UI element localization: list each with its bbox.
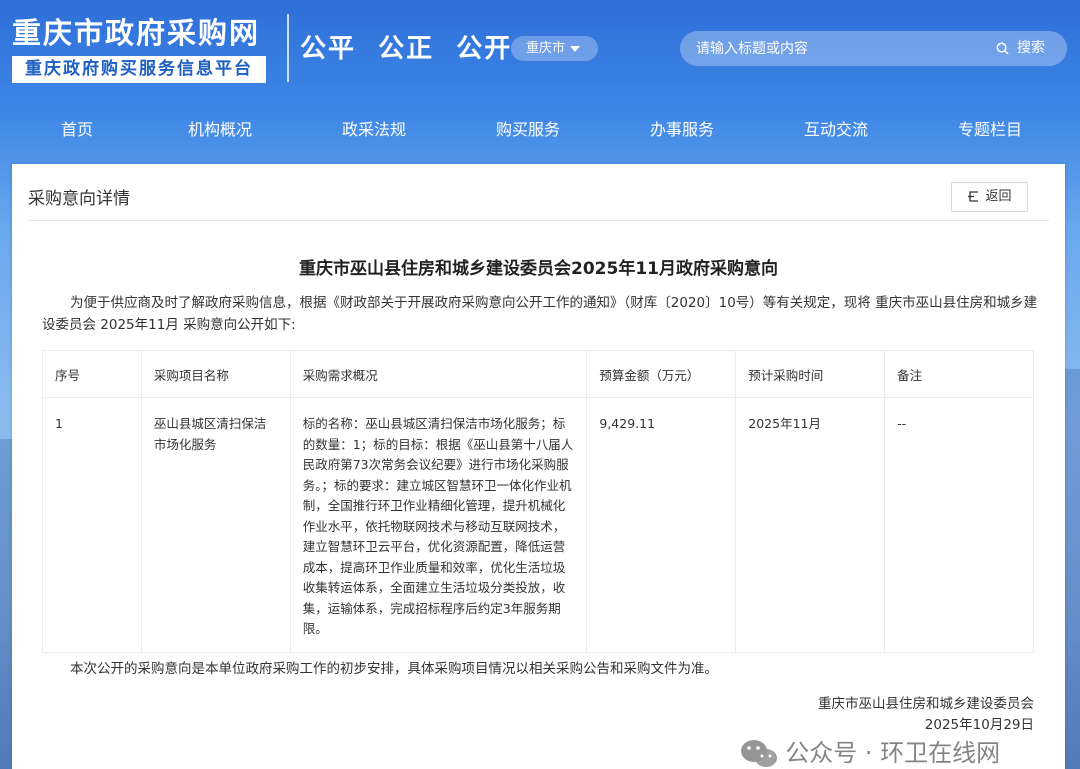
column-header-remark: 备注: [884, 350, 1034, 398]
search-button[interactable]: 搜索: [996, 31, 1045, 66]
watermark-text: 公众号 · 环卫在线网: [785, 739, 1001, 767]
main-nav: 首页 机构概况 政采法规 购买服务 办事服务 互动交流 专题栏目: [0, 108, 1080, 148]
document-intro: 为便于供应商及时了解政府采购信息，根据《财政部关于开展政府采购意向公开工作的通知…: [42, 295, 1038, 333]
column-header-project-name: 采购项目名称: [140, 350, 291, 398]
panel-divider: [28, 220, 1049, 221]
column-header-requirement: 采购需求概况: [289, 350, 588, 398]
cell-budget: 9,429.11: [586, 397, 737, 653]
panel-title: 采购意向详情: [28, 189, 130, 209]
city-select-label: 重庆市: [526, 41, 566, 56]
cell-requirement: 标的名称：巫山县城区清扫保洁市场化服务；标的数量：1；标的目标：根据《巫山县第十…: [289, 397, 588, 653]
search-box: 搜索: [680, 31, 1067, 66]
nav-item-regulations[interactable]: 政采法规: [342, 116, 406, 140]
slogan: 公平 公正 公开: [300, 34, 513, 64]
column-header-budget: 预算金额（万元）: [586, 350, 737, 398]
cell-time: 2025年11月: [735, 397, 886, 653]
detail-panel: 采购意向详情 返回 重庆市巫山县住房和城乡建设委员会2025年11月政府采购意向…: [12, 164, 1065, 769]
column-header-time: 预计采购时间: [735, 350, 886, 398]
table-header-row: 序号 采购项目名称 采购需求概况 预算金额（万元） 预计采购时间 备注: [42, 350, 1034, 398]
nav-item-about[interactable]: 机构概况: [188, 116, 252, 140]
cell-project-name: 巫山县城区清扫保洁市场化服务: [140, 397, 291, 653]
nav-item-office-services[interactable]: 办事服务: [650, 116, 714, 140]
cell-remark: --: [884, 397, 1034, 653]
wechat-icon: [741, 740, 778, 767]
cell-no: 1: [42, 397, 142, 653]
back-icon: [968, 191, 979, 202]
closing-statement: 本次公开的采购意向是本单位政府采购工作的初步安排，具体采购项目情况以相关采购公告…: [70, 661, 718, 677]
header-divider: [287, 14, 289, 82]
column-header-no: 序号: [42, 350, 142, 398]
watermark: 公众号 · 环卫在线网: [724, 705, 1000, 767]
nav-item-interaction[interactable]: 互动交流: [804, 116, 868, 140]
search-icon: [996, 42, 1009, 55]
site-title[interactable]: 重庆市政府采购网: [12, 10, 260, 52]
caret-down-icon: [570, 46, 580, 52]
nav-item-purchase-services[interactable]: 购买服务: [496, 116, 560, 140]
intent-table: 序号 采购项目名称 采购需求概况 预算金额（万元） 预计采购时间 备注 1 巫山…: [42, 350, 1034, 653]
back-button-label: 返回: [985, 189, 1012, 204]
city-select[interactable]: 重庆市: [511, 36, 598, 61]
nav-item-home[interactable]: 首页: [61, 116, 93, 140]
site-header: 重庆市政府采购网 重庆政府购买服务信息平台 公平 公正 公开 重庆市 搜索: [0, 0, 1080, 98]
table-row: 1 巫山县城区清扫保洁市场化服务 标的名称：巫山县城区清扫保洁市场化服务；标的数…: [42, 397, 1034, 653]
search-button-label: 搜索: [1017, 40, 1045, 56]
search-input[interactable]: [696, 31, 986, 66]
back-button[interactable]: 返回: [951, 182, 1028, 212]
site-subtitle: 重庆政府购买服务信息平台: [12, 56, 266, 83]
nav-item-topics[interactable]: 专题栏目: [958, 116, 1022, 140]
document-title: 重庆市巫山县住房和城乡建设委员会2025年11月政府采购意向: [299, 259, 778, 279]
